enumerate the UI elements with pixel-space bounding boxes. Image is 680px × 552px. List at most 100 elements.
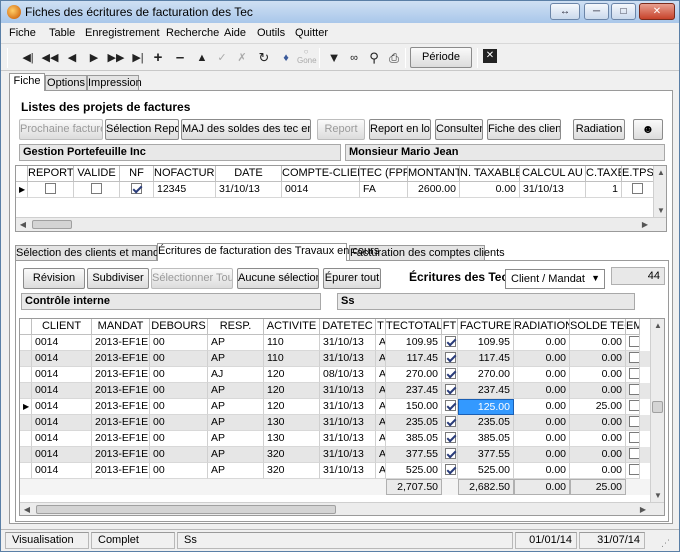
entries-hscrollbar[interactable]: ◀ ▶ — [20, 502, 664, 515]
col-em[interactable]: EM — [626, 319, 640, 335]
debours-cell[interactable]: 00 — [150, 463, 208, 479]
resp-cell[interactable]: AP — [208, 463, 264, 479]
mandat-cell[interactable]: 2013-EF1E — [92, 415, 150, 431]
client-cell[interactable]: 0014 — [32, 335, 92, 351]
datetec-cell[interactable]: 31/10/13 — [320, 383, 376, 399]
valide-checkbox[interactable] — [74, 182, 120, 198]
cancel-icon[interactable]: ✗ — [233, 49, 251, 67]
debours-cell[interactable]: 00 — [150, 447, 208, 463]
table-row[interactable]: 0014 2013-EF1E 00 AP 120 31/10/13 A 237.45 237.4… — [20, 383, 652, 399]
debours-cell[interactable]: 00 — [150, 383, 208, 399]
radiation-cell[interactable]: 0.00 — [514, 383, 570, 399]
datetec-cell[interactable]: 08/10/13 — [320, 367, 376, 383]
first-record-icon[interactable]: ◀​| — [19, 49, 37, 67]
projects-vscrollbar[interactable]: ▲ ▼ — [653, 166, 666, 218]
menu-table[interactable]: Table — [49, 27, 75, 39]
mandat-cell[interactable]: 2013-EF1E — [92, 431, 150, 447]
mandat-cell[interactable]: 2013-EF1E — [92, 399, 150, 415]
aucune-selection-button[interactable]: Aucune sélection — [237, 268, 319, 289]
grouping-dropdown[interactable]: Client / Mandat ▼ — [505, 269, 605, 289]
solde-cell[interactable]: 0.00 — [570, 351, 626, 367]
em-checkbox[interactable] — [626, 463, 640, 479]
scroll-left-icon[interactable]: ◀ — [20, 503, 34, 515]
radiation-cell[interactable]: 0.00 — [514, 415, 570, 431]
selectionner-tout-button[interactable]: Sélectionner Tout — [151, 268, 233, 289]
col-tectotal[interactable]: TECTOTAL — [386, 319, 442, 335]
client-cell[interactable]: 0014 — [32, 463, 92, 479]
tectotal-cell[interactable]: 150.00 — [386, 399, 442, 415]
solde-cell[interactable]: 0.00 — [570, 415, 626, 431]
resp-cell[interactable]: AP — [208, 415, 264, 431]
datetec-cell[interactable]: 31/10/13 — [320, 415, 376, 431]
nf-checkbox[interactable] — [120, 182, 154, 198]
solde-cell[interactable]: 0.00 — [570, 431, 626, 447]
col-valide[interactable]: VALIDE — [74, 166, 120, 182]
scroll-right-icon[interactable]: ▶ — [638, 218, 652, 231]
resp-cell[interactable]: AP — [208, 447, 264, 463]
col-t[interactable]: T — [376, 319, 386, 335]
col-n-taxable[interactable]: N. TAXABLE — [460, 166, 520, 182]
menu-fiche[interactable]: Fiche — [9, 27, 36, 39]
col-activite[interactable]: ACTIVITE — [264, 319, 320, 335]
mandat-cell[interactable]: 2013-EF1E — [92, 447, 150, 463]
radiation-cell[interactable]: 0.00 — [514, 399, 570, 415]
client-cell[interactable]: 0014 — [32, 383, 92, 399]
radiation-cell[interactable]: 0.00 — [514, 447, 570, 463]
report-button[interactable]: Report — [317, 119, 365, 140]
ft-checkbox[interactable] — [442, 431, 458, 447]
t-cell[interactable]: A — [376, 399, 386, 415]
scroll-right-icon[interactable]: ▶ — [636, 503, 650, 515]
solde-cell[interactable]: 0.00 — [570, 447, 626, 463]
facture-cell[interactable]: 117.45 — [458, 351, 514, 367]
em-checkbox[interactable] — [626, 431, 640, 447]
radiation-cell[interactable]: 0.00 — [514, 367, 570, 383]
table-row[interactable]: ▶ 12345 31/10/13 0014 FA 2600.00 0.00 31… — [16, 182, 654, 198]
solde-cell[interactable]: 0.00 — [570, 367, 626, 383]
resp-cell[interactable]: AP — [208, 383, 264, 399]
col-radiation[interactable]: RADIATION — [514, 319, 570, 335]
em-checkbox[interactable] — [626, 399, 640, 415]
radiation-cell[interactable]: 0.00 — [514, 351, 570, 367]
scroll-up-icon[interactable]: ▲ — [651, 319, 664, 333]
col-resp-[interactable]: RESP. — [208, 319, 264, 335]
tectotal-cell[interactable]: 235.05 — [386, 415, 442, 431]
tectotal-cell[interactable]: 270.00 — [386, 367, 442, 383]
col-e-tps[interactable]: E.TPS — [622, 166, 654, 182]
gone-icon[interactable]: ○ Gone — [297, 47, 317, 65]
client-cell[interactable]: 0014 — [32, 351, 92, 367]
resp-cell[interactable]: AP — [208, 431, 264, 447]
tectotal-cell[interactable]: 237.45 — [386, 383, 442, 399]
scroll-down-icon[interactable]: ▼ — [651, 489, 664, 503]
col-mandat[interactable]: MANDAT — [92, 319, 150, 335]
t-cell[interactable]: A — [376, 431, 386, 447]
facture-cell[interactable]: 525.00 — [458, 463, 514, 479]
debours-cell[interactable]: 00 — [150, 351, 208, 367]
datetec-cell[interactable]: 31/10/13 — [320, 335, 376, 351]
col-solde-tec[interactable]: SOLDE TEC — [570, 319, 626, 335]
mandat-cell[interactable]: 2013-EF1E — [92, 351, 150, 367]
client-cell[interactable]: 0014 — [32, 399, 92, 415]
datetec-cell[interactable]: 31/10/13 — [320, 431, 376, 447]
debours-cell[interactable]: 00 — [150, 399, 208, 415]
table-row[interactable]: 0014 2013-EF1E 00 AP 110 31/10/13 A 117.45 117.4… — [20, 351, 652, 367]
montant-cell[interactable]: 2600.00 — [408, 182, 460, 198]
add-icon[interactable]: + — [149, 49, 167, 67]
fiche-clients-button[interactable]: Fiche des clients — [487, 119, 561, 140]
table-row[interactable]: ▶ 0014 2013-EF1E 00 AP 120 31/10/13 A 150.00 125.… — [20, 399, 652, 415]
projects-hscrollbar[interactable]: ◀ ▶ — [16, 217, 666, 231]
activite-cell[interactable]: 120 — [264, 399, 320, 415]
resp-cell[interactable]: AP — [208, 399, 264, 415]
t-cell[interactable]: A — [376, 367, 386, 383]
mandat-cell[interactable]: 2013-EF1E — [92, 463, 150, 479]
col-calcul-au[interactable]: CALCUL AU — [520, 166, 586, 182]
epurer-tout-button[interactable]: Épurer tout — [323, 268, 381, 289]
facture-cell[interactable]: 270.00 — [458, 367, 514, 383]
t-cell[interactable]: A — [376, 383, 386, 399]
col-facture[interactable]: FACTURE — [458, 319, 514, 335]
debours-cell[interactable]: 00 — [150, 335, 208, 351]
ft-checkbox[interactable] — [442, 367, 458, 383]
facture-cell[interactable]: 235.05 — [458, 415, 514, 431]
em-checkbox[interactable] — [626, 383, 640, 399]
debours-cell[interactable]: 00 — [150, 415, 208, 431]
solde-cell[interactable]: 0.00 — [570, 335, 626, 351]
